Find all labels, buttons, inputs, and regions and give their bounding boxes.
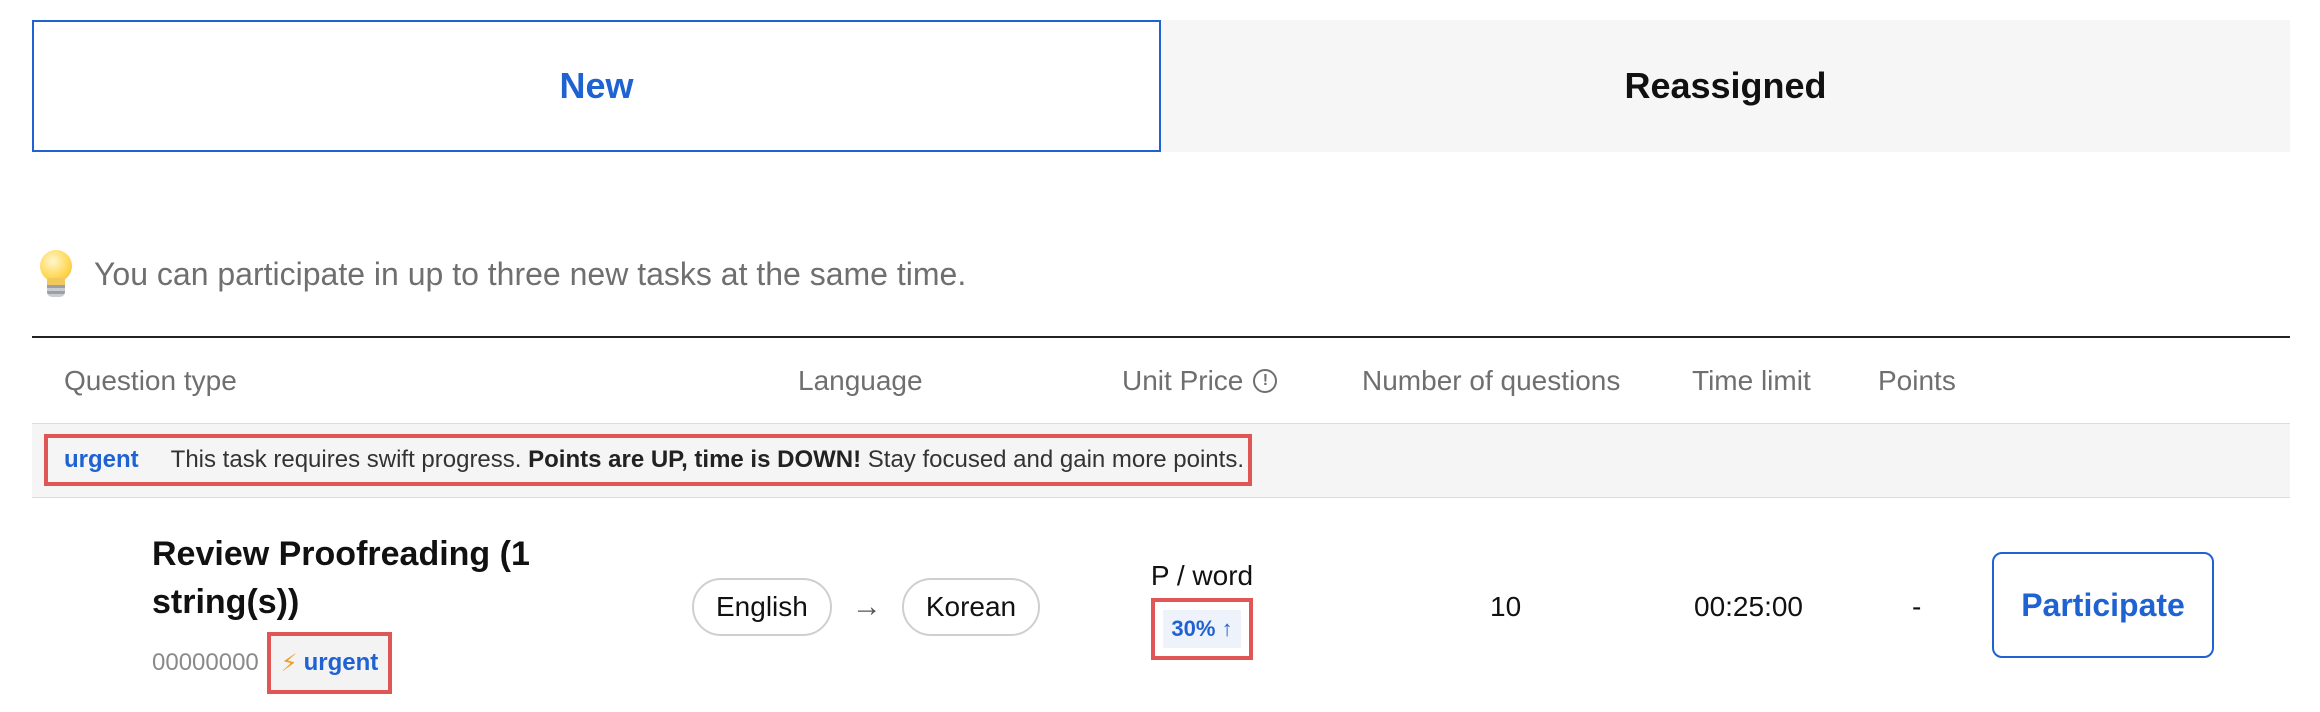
header-time-limit: Time limit — [1692, 365, 1811, 396]
header-unit-price-label: Unit Price — [1122, 365, 1244, 396]
arrow-right-icon: → — [851, 590, 882, 623]
task-table: Question type Language Unit Price ! Numb… — [32, 336, 2290, 710]
urgent-banner: urgent This task requires swift progress… — [32, 424, 2290, 498]
urgent-banner-text: This task requires swift progress. Point… — [170, 446, 1244, 473]
header-language: Language — [798, 365, 923, 396]
price-unit: P / word — [1150, 560, 1254, 591]
urgent-badge-label: urgent — [303, 649, 379, 676]
unit-price: P / word 30% ↑ — [1132, 560, 1272, 660]
urgent-badge: ⚡ urgent — [266, 632, 393, 694]
notice: You can participate in up to three new t… — [36, 244, 966, 304]
tab-new[interactable]: New — [32, 20, 1161, 152]
lightbulb-icon — [36, 248, 76, 300]
task-meta: 00000000 ⚡ urgent — [152, 632, 393, 694]
task-id: 00000000 — [152, 649, 259, 676]
number-of-questions: 10 — [1490, 591, 1522, 622]
notice-text: You can participate in up to three new t… — [94, 255, 967, 292]
table-header: Question type Language Unit Price ! Numb… — [32, 336, 2290, 424]
language-pair: English → Korean — [692, 578, 1041, 636]
tab-reassigned[interactable]: Reassigned — [1161, 20, 2290, 152]
header-unit-price: Unit Price ! — [1122, 338, 1278, 424]
task-page: New Reassigned You can participate in up… — [0, 0, 2320, 712]
header-question-type: Question type — [64, 365, 237, 396]
time-limit: 00:25:00 — [1694, 591, 1803, 622]
target-language: Korean — [901, 578, 1041, 636]
urgent-banner-box: urgent This task requires swift progress… — [44, 434, 1252, 486]
lightning-icon: ⚡ — [280, 649, 298, 677]
source-language: English — [692, 578, 832, 636]
info-icon[interactable]: ! — [1253, 369, 1278, 393]
price-boost-box: 30% ↑ — [1151, 598, 1253, 660]
price-boost: 30% ↑ — [1163, 610, 1241, 648]
header-points: Points — [1878, 365, 1956, 396]
table-row: Review Proofreading (1 string(s)) 000000… — [32, 498, 2290, 710]
participate-button[interactable]: Participate — [1992, 552, 2214, 658]
points: - — [1912, 591, 1922, 622]
header-number-of-questions: Number of questions — [1362, 365, 1621, 396]
urgent-tag: urgent — [64, 446, 139, 473]
task-title: Review Proofreading (1 string(s)) — [152, 535, 530, 621]
tab-bar: New Reassigned — [32, 20, 2290, 152]
